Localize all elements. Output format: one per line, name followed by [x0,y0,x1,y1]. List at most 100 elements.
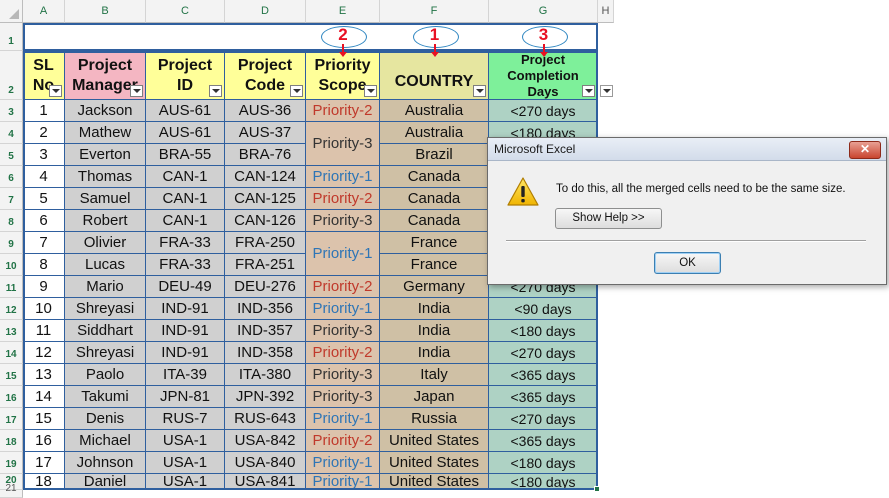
row-header-6[interactable]: 6 [0,166,23,188]
cell-sl[interactable]: 18 [23,474,65,490]
cell-completion-days[interactable]: <180 days [489,474,598,490]
header-project-id[interactable]: Project ID [146,51,225,100]
cell-priority-scope[interactable]: Priority-2 [306,276,380,298]
row-header-13[interactable]: 13 [0,320,23,342]
cell-completion-days[interactable]: <180 days [489,320,598,342]
cell-project-id[interactable]: RUS-7 [146,408,225,430]
cell-priority-scope[interactable]: Priority-1 [306,408,380,430]
cell-project-manager[interactable]: Daniel [65,474,146,490]
cell-project-code[interactable]: BRA-76 [225,144,306,166]
cell-project-code[interactable]: IND-357 [225,320,306,342]
cell-project-manager[interactable]: Olivier [65,232,146,254]
cell-completion-days[interactable]: <365 days [489,364,598,386]
cell-project-manager[interactable]: Shreyasi [65,298,146,320]
cell-project-id[interactable]: JPN-81 [146,386,225,408]
row-header-1[interactable]: 1 [0,23,23,51]
select-all-corner[interactable] [0,0,23,23]
cell-priority-scope[interactable]: Priority-3 [306,320,380,342]
cell-project-manager[interactable]: Siddhart [65,320,146,342]
header-country[interactable]: COUNTRY [380,51,489,100]
row-header-19[interactable]: 19 [0,452,23,474]
cell-completion-days[interactable]: <270 days [489,100,598,122]
cell-country[interactable]: Australia [380,122,489,144]
cell-project-code[interactable]: FRA-250 [225,232,306,254]
cell-country[interactable]: Japan [380,386,489,408]
cell-project-manager[interactable]: Denis [65,408,146,430]
cell-sl[interactable]: 14 [23,386,65,408]
cell-priority-scope[interactable]: Priority-1 [306,474,380,490]
column-header-a[interactable]: A [23,0,65,23]
cell-project-manager[interactable]: Everton [65,144,146,166]
row-header-21[interactable]: 21 [0,483,23,498]
cell-project-code[interactable]: AUS-36 [225,100,306,122]
cell-project-manager[interactable]: Samuel [65,188,146,210]
row-header-16[interactable]: 16 [0,386,23,408]
filter-dropdown-button[interactable] [49,85,62,97]
cell-priority-scope[interactable]: Priority-1 [306,298,380,320]
cell-project-code[interactable]: CAN-125 [225,188,306,210]
cell-project-code[interactable]: ITA-380 [225,364,306,386]
cell-country[interactable]: Brazil [380,144,489,166]
cell-project-id[interactable]: IND-91 [146,342,225,364]
row-header-18[interactable]: 18 [0,430,23,452]
cell-country[interactable]: Canada [380,188,489,210]
row-header-11[interactable]: 11 [0,276,23,298]
cell-project-id[interactable]: USA-1 [146,430,225,452]
row-header-17[interactable]: 17 [0,408,23,430]
cell-sl[interactable]: 13 [23,364,65,386]
cell-priority-scope[interactable]: Priority-2 [306,342,380,364]
cell-project-code[interactable]: USA-840 [225,452,306,474]
cell-project-id[interactable]: ITA-39 [146,364,225,386]
cell-priority-scope[interactable]: Priority-2 [306,188,380,210]
cell-project-id[interactable]: BRA-55 [146,144,225,166]
row-header-9[interactable]: 9 [0,232,23,254]
header-project-code[interactable]: Project Code [225,51,306,100]
cell-project-code[interactable]: RUS-643 [225,408,306,430]
cell-project-id[interactable]: CAN-1 [146,188,225,210]
column-header-b[interactable]: B [65,0,146,23]
cell-priority-scope[interactable]: Priority-1 [306,232,380,276]
cell-country[interactable]: United States [380,430,489,452]
cell-project-code[interactable]: USA-842 [225,430,306,452]
cell-sl[interactable]: 10 [23,298,65,320]
row-header-10[interactable]: 10 [0,254,23,276]
cell-sl[interactable]: 9 [23,276,65,298]
row-header-3[interactable]: 3 [0,100,23,122]
row-header-7[interactable]: 7 [0,188,23,210]
cell-sl[interactable]: 5 [23,188,65,210]
cell-completion-days[interactable]: <180 days [489,452,598,474]
cell-country[interactable]: India [380,342,489,364]
cell-completion-days[interactable]: <270 days [489,408,598,430]
cell-sl[interactable]: 17 [23,452,65,474]
cell-country[interactable]: India [380,320,489,342]
cell-project-id[interactable]: AUS-61 [146,100,225,122]
cell-country[interactable]: United States [380,452,489,474]
cell-country[interactable]: Russia [380,408,489,430]
cell-project-manager[interactable]: Mathew [65,122,146,144]
cell-project-code[interactable]: CAN-124 [225,166,306,188]
row-header-4[interactable]: 4 [0,122,23,144]
cell-project-id[interactable]: DEU-49 [146,276,225,298]
cell-sl[interactable]: 7 [23,232,65,254]
cell-project-code[interactable]: IND-358 [225,342,306,364]
filter-dropdown-button[interactable] [582,85,595,97]
cell-priority-scope[interactable]: Priority-1 [306,452,380,474]
cell-project-code[interactable]: USA-841 [225,474,306,490]
cell-country[interactable]: Canada [380,210,489,232]
cell-sl[interactable]: 6 [23,210,65,232]
cell-priority-scope[interactable]: Priority-2 [306,430,380,452]
filter-dropdown-button[interactable] [209,85,222,97]
cell-project-manager[interactable]: Robert [65,210,146,232]
cell-priority-scope[interactable]: Priority-3 [306,210,380,232]
cell-project-id[interactable]: CAN-1 [146,166,225,188]
cell-priority-scope[interactable]: Priority-3 [306,386,380,408]
cell-project-manager[interactable]: Takumi [65,386,146,408]
cell-sl[interactable]: 3 [23,144,65,166]
header-sl-no[interactable]: SL No [23,51,65,100]
cell-country[interactable]: Italy [380,364,489,386]
header-project-manager[interactable]: Project Manager [65,51,146,100]
cell-sl[interactable]: 1 [23,100,65,122]
row-header-8[interactable]: 8 [0,210,23,232]
column-header-h[interactable]: H [598,0,614,23]
cell-sl[interactable]: 12 [23,342,65,364]
